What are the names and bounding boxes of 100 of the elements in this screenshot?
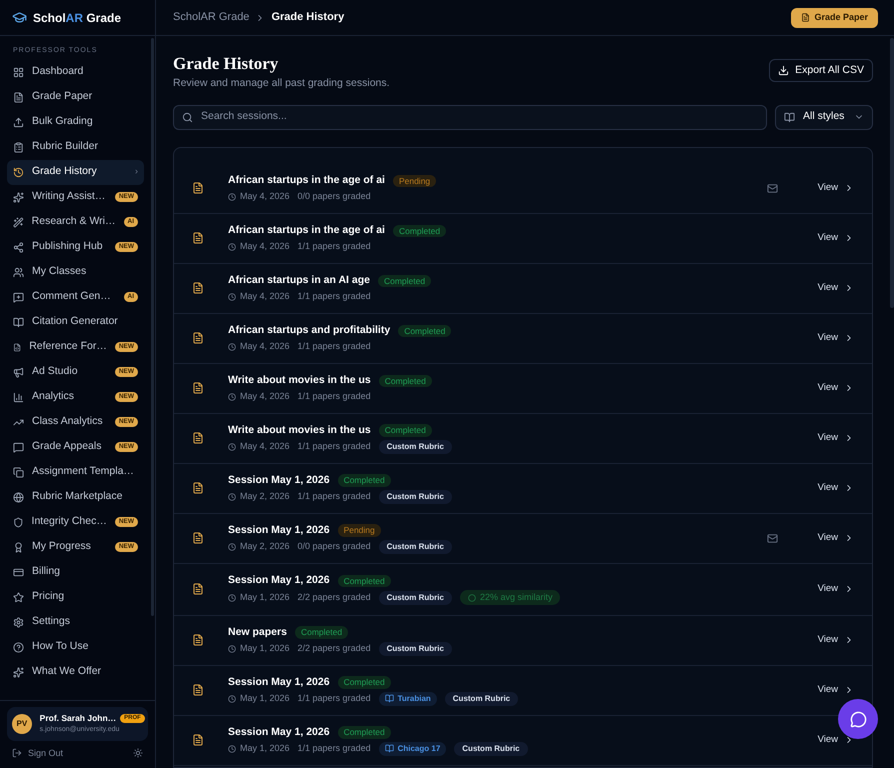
sign-out-icon [12,748,22,758]
papers-count: 0/0 papers graded [298,540,371,553]
session-title[interactable]: African startups in an AI age [228,273,370,289]
download-icon [778,65,790,76]
comment-icon [13,442,24,452]
grid-icon [13,66,24,78]
papers-count: 1/1 papers graded [298,340,371,353]
sidebar-item[interactable]: Assignment Templa… [7,460,144,484]
sidebar-item[interactable]: Settings [7,610,144,634]
rubric-tag: Custom Rubric [454,742,528,756]
rubric-tag: Custom Rubric [378,590,452,605]
clock-icon [228,442,236,451]
session-date: May 4, 2026 [240,440,290,453]
view-button[interactable]: View [818,181,854,196]
wand-icon [13,216,24,228]
document-icon [13,342,22,352]
view-button[interactable]: View [818,231,854,246]
session-date: May 4, 2026 [240,190,290,203]
view-button[interactable]: View [818,582,854,596]
sidebar-item[interactable]: Pricing [7,584,144,610]
mail-icon[interactable] [766,182,778,194]
award-icon [13,542,24,552]
scrollbar-thumb[interactable] [890,38,894,308]
breadcrumb-link[interactable]: ScholAR Grade [173,9,250,26]
rubric-tag: Custom Rubric [378,490,452,504]
view-button[interactable]: View [818,431,854,446]
citation-style-tag: Chicago 17 [378,742,446,756]
graduation-cap-icon [12,10,27,25]
document-icon [192,482,204,494]
session-date: May 4, 2026 [240,290,290,303]
sidebar-item[interactable]: My Classes [7,260,144,284]
view-button[interactable]: View [818,381,854,396]
document-icon [192,182,204,194]
session-title[interactable]: African startups in the age of ai [228,173,385,189]
view-button[interactable]: View [818,281,854,296]
clock-icon [228,492,236,501]
status-badge: Completed [378,274,432,288]
session-title[interactable]: New papers [228,624,287,641]
grade-paper-button[interactable]: Grade Paper [791,8,878,28]
view-button[interactable]: View [818,481,854,496]
sidebar-item[interactable]: Billing [7,560,144,584]
status-badge: Completed [294,626,348,640]
sidebar-item[interactable]: Citation Generator [7,310,144,334]
status-badge: Completed [338,676,391,690]
theme-toggle-icon[interactable] [133,748,143,758]
export-button[interactable]: Export All CSV [769,59,873,82]
session-title[interactable]: African startups and profitability [228,323,390,339]
sidebar-item[interactable]: Dashboard [7,60,144,84]
document-icon [192,583,204,596]
book-icon [13,316,24,328]
session-date: May 1, 2026 [240,642,290,655]
style-filter-dropdown[interactable]: All styles [775,104,873,130]
view-button[interactable]: View [818,531,854,546]
globe-icon [13,492,24,502]
session-title[interactable]: Session May 1, 2026 [228,674,330,691]
session-title[interactable]: Write about movies in the us [228,422,371,439]
session-date: May 1, 2026 [240,590,290,604]
papers-count: 1/1 papers graded [298,290,371,303]
document-icon [192,282,204,294]
rubric-tag: Custom Rubric [378,440,452,454]
users-icon [13,266,24,278]
view-button[interactable]: View [818,633,854,648]
clock-icon [228,542,236,551]
view-button[interactable]: View [818,331,854,346]
view-button[interactable]: View [818,683,854,698]
document-icon [192,232,204,244]
chevron: › [135,165,138,178]
mail-icon[interactable] [766,532,778,544]
clock-icon [228,744,236,753]
search-field[interactable]: Search sessions... [173,104,767,130]
session-title[interactable]: Session May 1, 2026 [228,573,330,589]
sign-out-button[interactable]: Sign Out [12,746,64,760]
sidebar-item[interactable]: What We Offer [7,660,144,684]
session-date: May 2, 2026 [240,540,290,553]
circle-icon [468,594,476,602]
status-badge: Completed [338,474,391,488]
sidebar-item[interactable]: How To Use [7,634,144,660]
comment-plus-icon [13,292,24,302]
session-title[interactable]: African startups in the age of ai [228,223,385,239]
sidebar-item[interactable]: Grade History › [7,160,144,184]
session-title[interactable]: Session May 1, 2026 [228,472,330,489]
search-input[interactable]: Search sessions... [201,109,758,126]
page-subtitle: Review and manage all past grading sessions. [173,76,390,91]
clock-icon [228,392,236,401]
sidebar-item[interactable]: Rubric Marketplace [7,484,144,510]
session-title[interactable]: Write about movies in the us [228,373,371,389]
sidebar-item[interactable]: Rubric Builder [7,134,144,160]
user-avatar: PV [12,714,32,734]
view-button[interactable]: View [818,733,854,748]
session-date: May 1, 2026 [240,742,290,755]
sidebar-item[interactable]: Bulk Grading [7,110,144,134]
session-title[interactable]: Session May 1, 2026 [228,724,330,741]
sidebar-item[interactable]: Grade Paper [7,84,144,110]
session-title[interactable]: Session May 1, 2026 [228,522,330,539]
scrollbar-thumb[interactable] [151,38,154,616]
clock-icon [228,192,236,201]
share-icon [13,242,24,252]
status-badge: Pending [338,524,381,538]
search-icon [182,112,193,123]
help-icon [13,642,24,652]
